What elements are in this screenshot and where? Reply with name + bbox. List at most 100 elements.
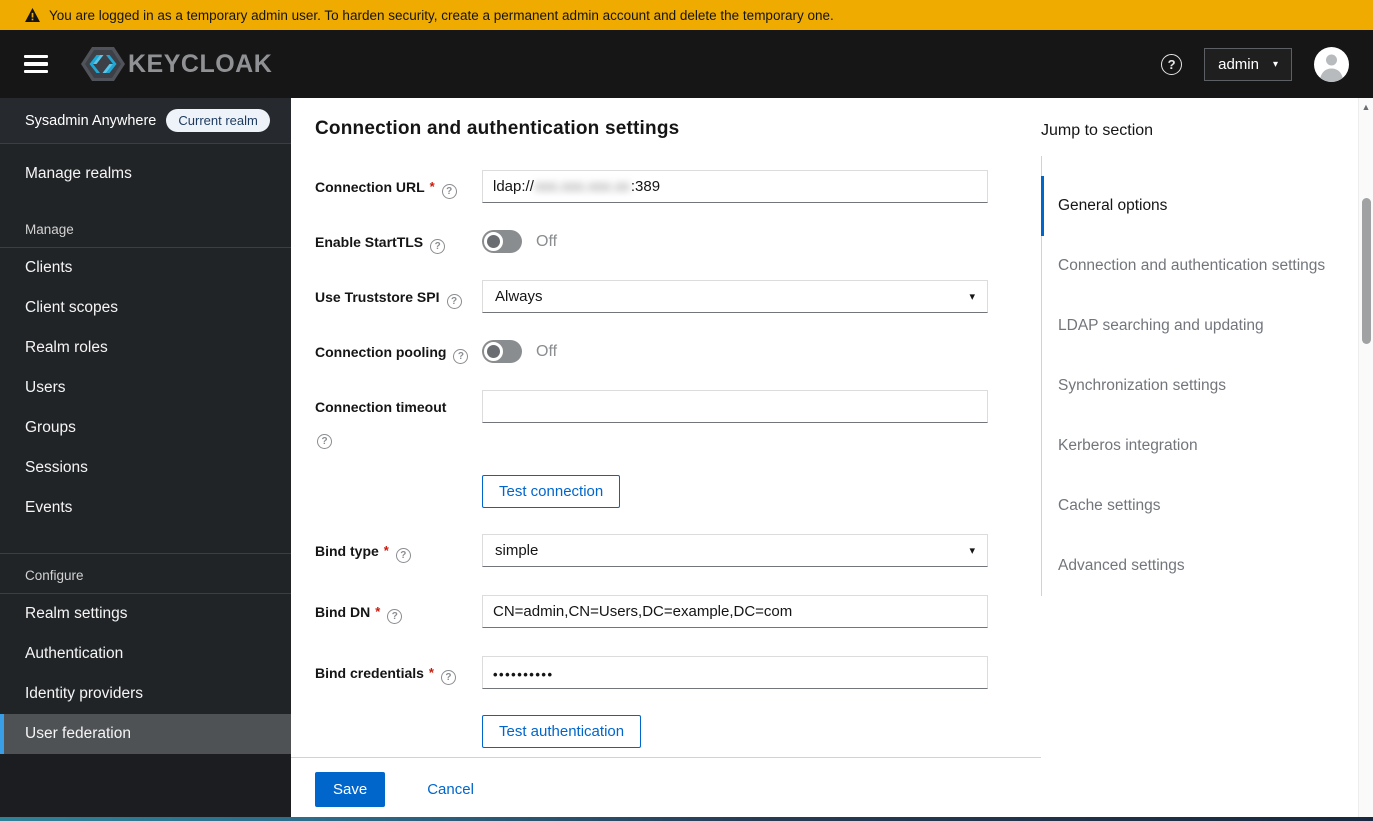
connection-timeout-label: Connection timeout ? (315, 390, 482, 450)
enable-starttls-row: Enable StartTLS? Off (315, 225, 1041, 258)
selected-value: simple (495, 542, 539, 560)
banner-text: You are logged in as a temporary admin u… (49, 7, 834, 23)
chevron-down-icon: ▾ (969, 545, 975, 558)
avatar[interactable] (1314, 46, 1349, 82)
jump-item-connection-authentication[interactable]: Connection and authentication settings (1042, 236, 1355, 296)
help-icon[interactable]: ? (317, 434, 332, 450)
bind-credentials-input[interactable]: •••••••••• (482, 656, 988, 690)
keycloak-hexagon-icon (81, 47, 125, 81)
required-asterisk: * (428, 665, 434, 681)
help-icon[interactable]: ? (446, 294, 462, 310)
nav-group-configure: Configure (25, 568, 84, 583)
keycloak-logo[interactable]: KEYCLOAK (80, 46, 272, 82)
left-sidebar: Sysadmin Anywhere Current realm Manage r… (0, 98, 291, 821)
test-authentication-button[interactable]: Test authentication (482, 715, 642, 749)
redacted-host: xxx.xxx.xxx.xx (534, 178, 630, 195)
help-icon[interactable]: ? (440, 670, 456, 686)
connection-pooling-label: Connection pooling? (315, 335, 482, 368)
nav-group-manage: Manage (25, 222, 74, 237)
toggle-knob (484, 342, 503, 361)
truststore-spi-select[interactable]: Always ▾ (482, 280, 988, 313)
toggle-knob (484, 232, 503, 251)
sidebar-item-groups[interactable]: Groups (0, 408, 291, 448)
user-name: admin (1218, 55, 1259, 73)
jump-to-section-title: Jump to section (1041, 122, 1154, 139)
sidebar-item-identity-providers[interactable]: Identity providers (0, 674, 291, 714)
truststore-spi-row: Use Truststore SPI? Always ▾ (315, 280, 1041, 313)
connection-pooling-toggle[interactable] (482, 340, 522, 363)
required-asterisk: * (375, 604, 381, 620)
enable-starttls-toggle[interactable] (482, 230, 522, 253)
url-prefix: ldap:// (493, 178, 534, 195)
connection-url-label: Connection URL *? (315, 170, 482, 203)
enable-starttls-label: Enable StartTLS? (315, 225, 482, 258)
bind-type-row: Bind type *? simple ▾ (315, 534, 1041, 568)
bind-type-label: Bind type *? (315, 534, 482, 567)
temporary-admin-warning-banner: You are logged in as a temporary admin u… (0, 0, 1373, 30)
sidebar-item-manage-realms[interactable]: Manage realms (0, 154, 291, 194)
settings-form-panel: Connection and authentication settings C… (291, 98, 1041, 821)
bind-type-select[interactable]: simple ▾ (482, 534, 988, 568)
jump-item-general-options[interactable]: General options (1041, 176, 1355, 237)
bind-dn-label: Bind DN *? (315, 595, 482, 628)
page-title: Connection and authentication settings (315, 118, 680, 139)
sidebar-item-realm-settings[interactable]: Realm settings (0, 594, 291, 634)
window-bottom-edge (0, 817, 1373, 821)
sidebar-item-realm-roles[interactable]: Realm roles (0, 328, 291, 368)
selected-value: Always (495, 288, 543, 305)
jump-item-cache[interactable]: Cache settings (1042, 476, 1355, 536)
help-icon[interactable]: ? (1161, 53, 1183, 75)
connection-url-row: Connection URL *? ldap://xxx.xxx.xxx.xx:3… (315, 170, 1041, 203)
url-port: :389 (630, 178, 661, 195)
person-icon (1320, 54, 1343, 82)
vertical-scrollbar[interactable]: ▲ (1358, 98, 1373, 821)
nav-toggle-hamburger-icon[interactable] (24, 55, 48, 73)
keycloak-admin-console: You are logged in as a temporary admin u… (0, 0, 1373, 821)
connection-url-input[interactable]: ldap://xxx.xxx.xxx.xx:389 (482, 170, 988, 203)
truststore-spi-label: Use Truststore SPI? (315, 280, 482, 313)
connection-timeout-input[interactable] (482, 390, 988, 423)
jump-item-kerberos[interactable]: Kerberos integration (1042, 416, 1355, 476)
help-icon[interactable]: ? (441, 184, 457, 200)
connection-pooling-row: Connection pooling? Off (315, 335, 1041, 368)
bind-credentials-row: Bind credentials *? •••••••••• (315, 656, 1041, 690)
form-action-bar: Save Cancel (291, 757, 1041, 821)
user-dropdown[interactable]: admin ▾ (1204, 47, 1292, 81)
jump-item-advanced[interactable]: Advanced settings (1042, 536, 1355, 596)
jump-list: General options Connection and authentic… (1041, 156, 1355, 597)
chevron-down-icon: ▾ (969, 291, 975, 303)
jump-item-ldap-searching[interactable]: LDAP searching and updating (1042, 296, 1355, 356)
sidebar-item-clients[interactable]: Clients (0, 248, 291, 288)
brand-wordmark: KEYCLOAK (128, 49, 273, 78)
toggle-state-label: Off (536, 232, 558, 250)
realm-selector[interactable]: Sysadmin Anywhere Current realm (0, 98, 291, 144)
jump-item-synchronization[interactable]: Synchronization settings (1042, 356, 1355, 416)
help-icon[interactable]: ? (453, 349, 469, 365)
sidebar-item-user-federation[interactable]: User federation (0, 714, 291, 754)
sidebar-item-authentication[interactable]: Authentication (0, 634, 291, 674)
connection-timeout-row: Connection timeout ? (315, 390, 1041, 450)
realm-name: Sysadmin Anywhere (25, 112, 157, 129)
help-icon[interactable]: ? (387, 609, 403, 625)
masthead: KEYCLOAK ? admin ▾ (0, 30, 1373, 98)
cancel-button[interactable]: Cancel (427, 781, 474, 798)
chevron-down-icon: ▾ (1272, 58, 1278, 70)
sidebar-item-events[interactable]: Events (0, 488, 291, 528)
current-realm-badge: Current realm (166, 109, 270, 132)
toggle-state-label: Off (536, 342, 558, 360)
help-icon[interactable]: ? (430, 239, 446, 255)
test-connection-button[interactable]: Test connection (482, 475, 621, 509)
sidebar-item-sessions[interactable]: Sessions (0, 448, 291, 488)
sidebar-item-users[interactable]: Users (0, 368, 291, 408)
scrollbar-thumb[interactable] (1362, 198, 1371, 344)
scroll-up-icon[interactable]: ▲ (1359, 102, 1373, 112)
sidebar-filler (0, 754, 291, 821)
bind-dn-row: Bind DN *? (315, 595, 1041, 629)
warning-triangle-icon (25, 8, 40, 22)
sidebar-item-client-scopes[interactable]: Client scopes (0, 288, 291, 328)
bind-dn-input[interactable] (482, 595, 988, 629)
help-icon[interactable]: ? (395, 548, 411, 564)
required-asterisk: * (429, 179, 435, 194)
save-button[interactable]: Save (315, 772, 386, 807)
required-asterisk: * (383, 543, 389, 559)
